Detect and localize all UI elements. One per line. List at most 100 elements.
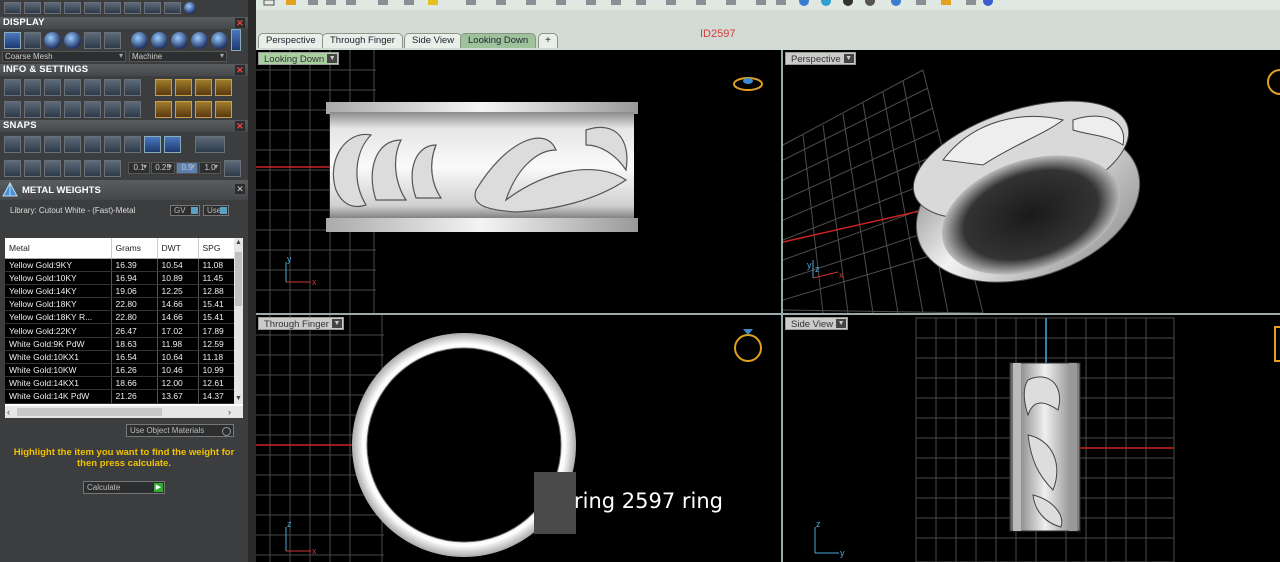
table-row[interactable]: White Gold:10KW 16.26 10.46 10.99 <box>5 363 236 378</box>
tab-perspective[interactable]: Perspective <box>258 33 324 48</box>
table-row[interactable]: White Gold:14K PdW 21.26 13.67 14.37 <box>5 389 236 404</box>
horizontal-scrollbar[interactable]: ‹ › <box>5 406 243 418</box>
info-icon[interactable] <box>64 78 81 96</box>
snap-icon[interactable] <box>4 159 21 177</box>
table-row[interactable]: Yellow Gold:18KY 22.80 14.66 15.41 <box>5 297 236 312</box>
tool-icon[interactable] <box>184 1 196 14</box>
gem-tool-icon[interactable] <box>155 100 172 118</box>
scroll-right-icon[interactable]: › <box>228 406 231 418</box>
grid-icon[interactable] <box>4 100 21 118</box>
scroll-down-icon[interactable]: ▼ <box>234 394 243 404</box>
viewport-menu-through-finger[interactable]: Through Finger ▼ <box>258 317 344 330</box>
column-header[interactable]: Metal <box>5 238 112 259</box>
metal-weights-header[interactable]: METAL WEIGHTS ✕ <box>0 180 248 200</box>
tool-icon[interactable] <box>84 1 101 14</box>
render-sphere-icon[interactable] <box>211 31 228 49</box>
shaded-sphere-icon[interactable] <box>44 31 61 49</box>
table-row[interactable]: White Gold:9K PdW 18.63 11.98 12.59 <box>5 337 236 351</box>
snap-icon[interactable] <box>84 135 101 153</box>
toolbar-icons[interactable] <box>256 0 1280 10</box>
tool-icon[interactable] <box>64 1 81 14</box>
panel-divider[interactable] <box>248 0 256 562</box>
info-icon[interactable] <box>84 78 101 96</box>
render-sphere-icon[interactable] <box>191 31 208 49</box>
display-section-header[interactable]: DISPLAY ✕ <box>0 17 248 29</box>
info-icon[interactable] <box>24 100 41 118</box>
cube-icon[interactable] <box>64 100 81 118</box>
gem-tool-icon[interactable] <box>215 78 232 96</box>
mesh-quality-select[interactable]: Coarse Mesh <box>2 51 126 62</box>
snap-icon[interactable] <box>104 159 121 177</box>
render-sphere-icon[interactable] <box>151 31 168 49</box>
expand-icon[interactable] <box>231 29 241 51</box>
viewport-looking-down[interactable]: y x Looking Down ▼ <box>256 50 781 313</box>
table-row[interactable]: Yellow Gold:14KY 19.06 12.25 12.88 <box>5 284 236 299</box>
viewport-menu-looking-down[interactable]: Looking Down ▼ <box>258 52 340 65</box>
search-icon[interactable] <box>24 78 41 96</box>
display-mode-icon[interactable] <box>84 31 101 49</box>
gv-toggle[interactable]: GV <box>170 205 200 216</box>
info-icon[interactable] <box>44 78 61 96</box>
snap-icon[interactable] <box>144 135 161 153</box>
render-sphere-icon[interactable] <box>171 31 188 49</box>
info-settings-section-header[interactable]: INFO & SETTINGS ✕ <box>0 64 248 76</box>
snap-icon[interactable] <box>104 135 121 153</box>
display-mode-icon[interactable] <box>104 31 121 49</box>
table-row[interactable]: White Gold:10KX1 16.54 10.64 11.18 <box>5 350 236 365</box>
snap-icon[interactable] <box>24 159 41 177</box>
tool-icon[interactable] <box>104 1 121 14</box>
ring-orientation-icon[interactable] <box>1267 69 1280 95</box>
table-row[interactable]: Yellow Gold:9KY 16.39 10.54 11.08 <box>5 258 236 272</box>
viewport-through-finger[interactable]: z x Through Finger ▼ <box>256 315 781 562</box>
tool-icon[interactable] <box>44 1 61 14</box>
tab-looking-down[interactable]: Looking Down <box>460 33 537 48</box>
tool-icon[interactable] <box>24 1 41 14</box>
user-toggle[interactable]: User <box>203 205 229 216</box>
vertical-scrollbar[interactable]: ▲ ▼ <box>234 238 243 404</box>
display-mode-icon[interactable] <box>24 31 41 49</box>
tab-side-view[interactable]: Side View <box>404 33 463 48</box>
snaps-section-header[interactable]: SNAPS ✕ <box>0 120 248 132</box>
column-header[interactable]: DWT <box>157 238 199 259</box>
table-row[interactable]: Yellow Gold:22KY 26.47 17.02 17.89 <box>5 323 236 338</box>
table-row[interactable]: Yellow Gold:18KY R... 22.80 14.66 15.41 <box>5 310 236 325</box>
info-icon[interactable] <box>124 78 141 96</box>
edit-icon[interactable] <box>104 78 121 96</box>
snap-value-2[interactable]: 0.5 <box>176 162 198 174</box>
add-tab-button[interactable]: + <box>538 33 558 48</box>
close-icon[interactable]: ✕ <box>235 121 245 131</box>
ring-orientation-icon[interactable] <box>734 329 762 362</box>
snap-icon[interactable] <box>64 159 81 177</box>
gem-tool-icon[interactable] <box>195 78 212 96</box>
snap-icon[interactable] <box>64 135 81 153</box>
gem-tool-icon[interactable] <box>175 100 192 118</box>
use-object-materials-select[interactable]: Use Object Materials <box>126 424 234 437</box>
tool-icon[interactable] <box>124 1 141 14</box>
ring-orientation-icon[interactable] <box>1274 326 1280 362</box>
ring-orientation-icon[interactable] <box>733 77 763 91</box>
snap-icon[interactable] <box>4 135 21 153</box>
scroll-up-icon[interactable]: ▲ <box>234 238 243 248</box>
scroll-thumb[interactable] <box>17 408 162 416</box>
render-sphere-icon[interactable] <box>131 31 148 49</box>
gem-tool-icon[interactable] <box>155 78 172 96</box>
table-row[interactable]: White Gold:14KX1 18.66 12.00 12.61 <box>5 376 236 391</box>
info-icon[interactable] <box>124 100 141 118</box>
viewport-menu-side-view[interactable]: Side View ▼ <box>785 317 849 330</box>
table-row[interactable]: Yellow Gold:10KY 16.94 10.89 11.45 <box>5 271 236 285</box>
snap-value-3[interactable]: 1.0 <box>199 162 221 174</box>
info-icon[interactable] <box>104 100 121 118</box>
snap-icon[interactable] <box>24 135 41 153</box>
snap-grid-icon[interactable] <box>224 159 241 177</box>
viewport-splitter-vertical[interactable] <box>781 50 783 562</box>
filter-icon[interactable] <box>84 100 101 118</box>
snap-value-1[interactable]: 0.25 <box>151 162 175 174</box>
mesh-display-icon[interactable] <box>4 31 21 49</box>
column-header[interactable]: Grams <box>111 238 158 259</box>
viewport-splitter-horizontal[interactable] <box>256 313 1280 315</box>
close-icon[interactable]: ✕ <box>235 18 245 28</box>
snap-icon[interactable] <box>44 135 61 153</box>
metal-sphere-icon[interactable] <box>64 31 81 49</box>
tool-icon[interactable] <box>164 1 181 14</box>
viewport-side-view[interactable]: z y Side View ▼ <box>783 315 1280 562</box>
